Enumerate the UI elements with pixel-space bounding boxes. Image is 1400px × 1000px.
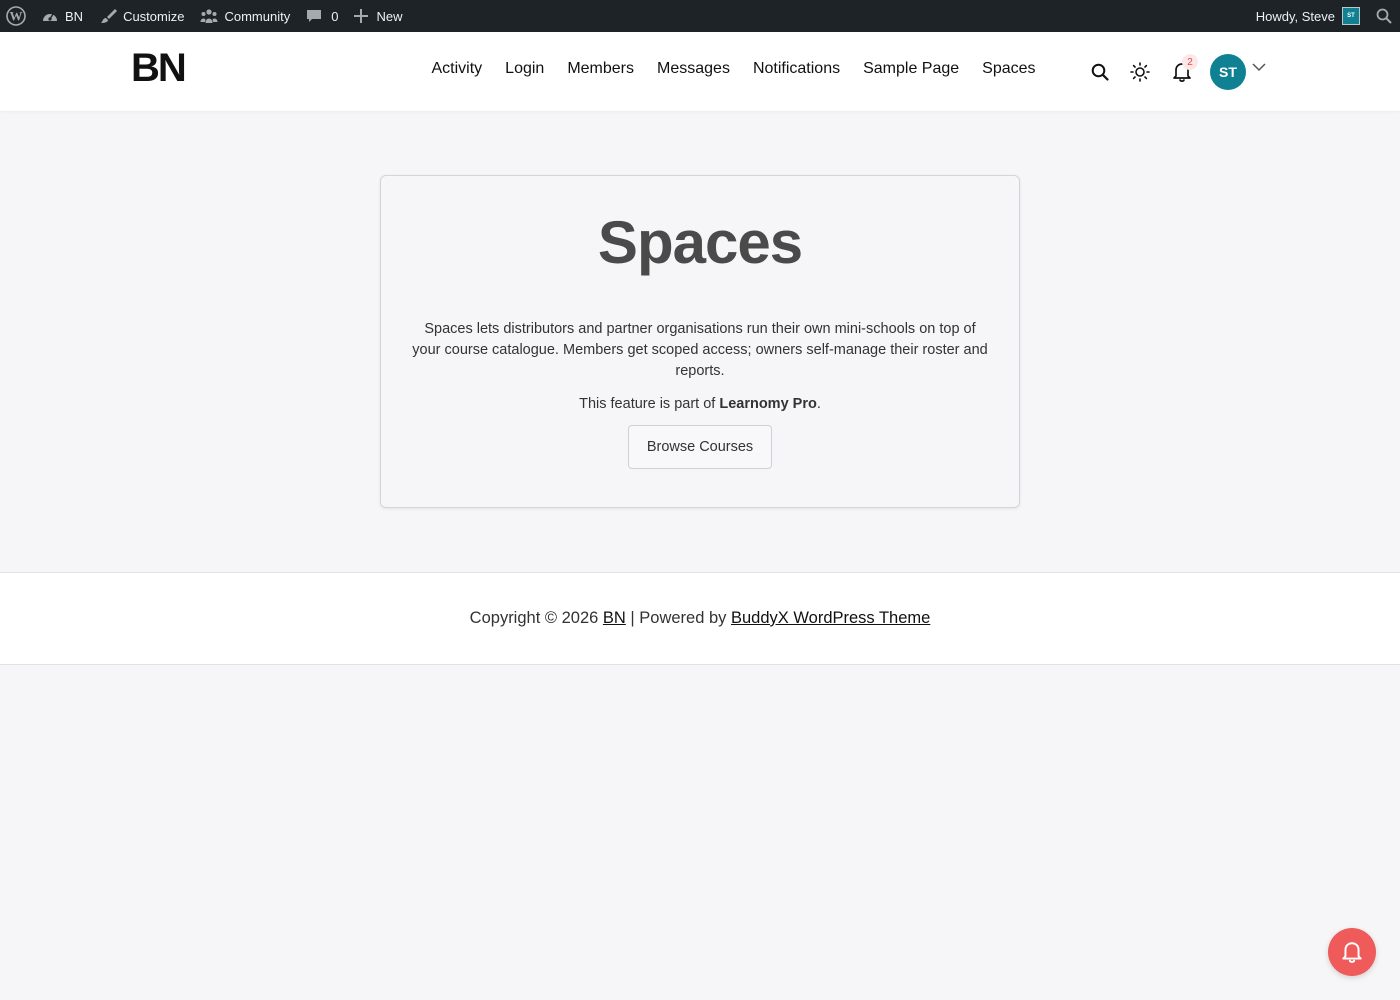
bell-icon: [1342, 942, 1362, 963]
howdy-text: Howdy, Steve: [1255, 8, 1335, 24]
notification-count-badge: 2: [1182, 54, 1198, 70]
copyright-prefix: Copyright © 2026: [469, 609, 603, 627]
sun-icon[interactable]: [1130, 62, 1150, 82]
floating-notification-button[interactable]: [1328, 928, 1376, 976]
customize-link[interactable]: Customize: [91, 0, 192, 32]
customize-label: Customize: [123, 8, 185, 24]
admin-bar-left: W BN Customize Community 0 New: [0, 0, 410, 32]
nav-activity[interactable]: Activity: [432, 60, 483, 78]
site-logo[interactable]: BN: [131, 46, 187, 91]
note-suffix: .: [816, 396, 821, 412]
comments-link[interactable]: 0: [298, 0, 346, 32]
site-name-menu[interactable]: BN: [33, 0, 91, 32]
paintbrush-icon: [101, 9, 118, 23]
site-footer: Copyright © 2026 BN | Powered by BuddyX …: [0, 572, 1400, 665]
browse-courses-button[interactable]: Browse Courses: [628, 425, 772, 469]
wp-admin-bar: W BN Customize Community 0 New Howdy, St…: [0, 0, 1400, 32]
user-avatar[interactable]: ST: [1210, 54, 1246, 90]
footer-site-link[interactable]: BN: [603, 609, 626, 627]
dashboard-gauge-icon: [43, 13, 57, 21]
plus-icon: [354, 9, 369, 23]
wordpress-logo-icon: W: [6, 6, 26, 26]
main-navigation: Activity Login Members Messages Notifica…: [420, 60, 1047, 78]
nav-notifications[interactable]: Notifications: [753, 60, 840, 78]
feature-description: Spaces lets distributors and partner org…: [412, 321, 988, 379]
copyright-text: Copyright © 2026 BN | Powered by BuddyX …: [0, 609, 1400, 628]
footer-theme-link[interactable]: BuddyX WordPress Theme: [731, 609, 930, 627]
svg-text:W: W: [10, 9, 23, 24]
site-name-label: BN: [65, 8, 84, 24]
my-account-menu[interactable]: Howdy, Steve ST: [1248, 0, 1368, 32]
admin-bar-avatar: ST: [1342, 7, 1360, 25]
community-label: Community: [224, 8, 291, 24]
product-name: Learnomy Pro: [719, 396, 817, 412]
powered-by-text: | Powered by: [625, 609, 731, 627]
feature-note: This feature is part of Learnomy Pro.: [381, 396, 1019, 412]
wp-logo-menu[interactable]: W: [0, 0, 33, 32]
nav-login[interactable]: Login: [505, 60, 544, 78]
comments-count: 0: [331, 8, 339, 24]
community-menu[interactable]: Community: [192, 0, 298, 32]
nav-members[interactable]: Members: [567, 60, 634, 78]
note-prefix: This feature is part of: [579, 396, 720, 412]
nav-messages[interactable]: Messages: [657, 60, 730, 78]
search-icon[interactable]: [1091, 63, 1109, 81]
chevron-down-icon[interactable]: [1252, 62, 1266, 72]
new-label: New: [376, 8, 403, 24]
nav-spaces[interactable]: Spaces: [982, 60, 1035, 78]
new-content-menu[interactable]: New: [346, 0, 410, 32]
page-title: Spaces: [597, 209, 803, 276]
community-people-icon: [200, 9, 218, 23]
comment-bubble-icon: [307, 10, 322, 22]
admin-bar-search[interactable]: [1368, 0, 1400, 32]
search-icon: [1376, 8, 1392, 24]
upsell-card: Spaces Spaces lets distributors and part…: [380, 175, 1020, 508]
admin-bar-right: Howdy, Steve ST: [1248, 0, 1400, 32]
nav-sample-page[interactable]: Sample Page: [863, 60, 959, 78]
